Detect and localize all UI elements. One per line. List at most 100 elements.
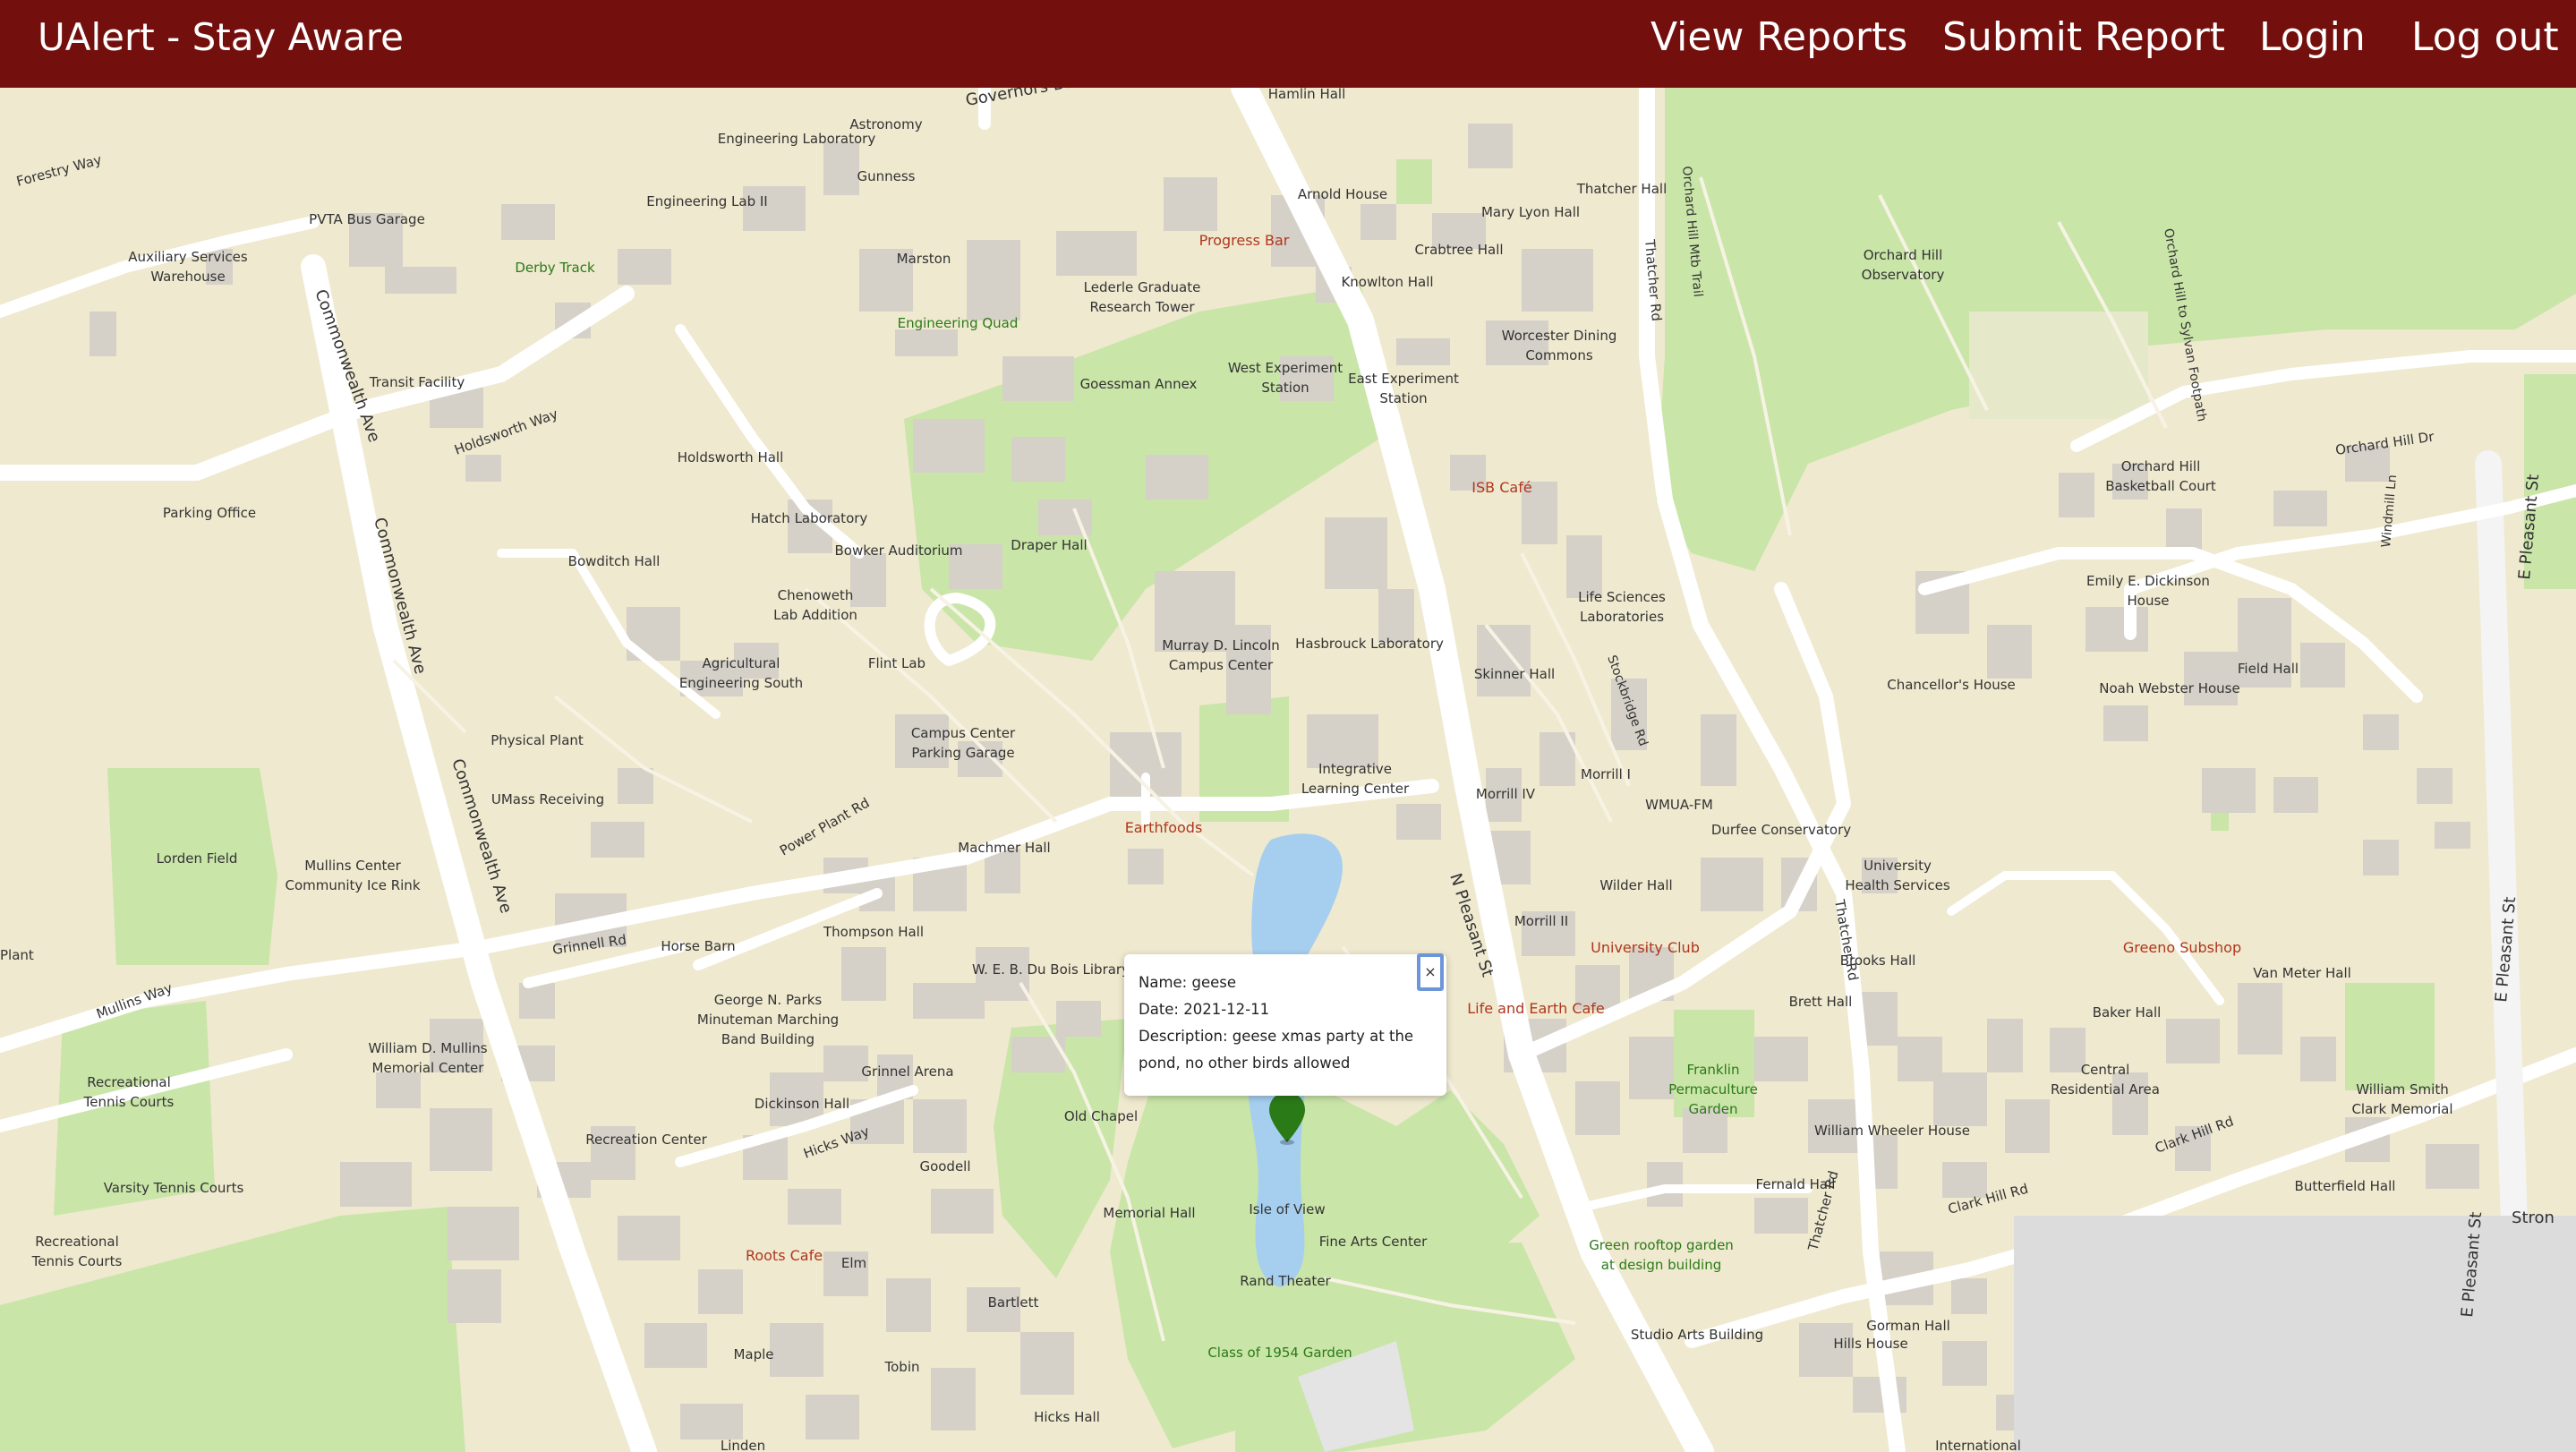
building	[841, 947, 886, 1001]
map-label: Bartlett	[988, 1294, 1039, 1311]
map-label: Memorial Center	[372, 1060, 485, 1076]
map-label: Permaculture	[1668, 1081, 1758, 1098]
map-label: Worcester Dining	[1502, 328, 1617, 344]
map-label: Hamlin Hall	[1268, 88, 1346, 102]
building	[850, 553, 886, 607]
map-label: Transit Facility	[369, 374, 465, 390]
map-label: Observatory	[1862, 267, 1945, 283]
building	[698, 1269, 743, 1314]
building	[2417, 768, 2452, 804]
map-label: Physical Plant	[490, 732, 584, 748]
map-label: Goessman Annex	[1080, 376, 1198, 392]
map-label: Murray D. Lincoln	[1162, 637, 1280, 653]
map-label: Warehouse	[150, 269, 225, 285]
map-label: Hicks Hall	[1034, 1409, 1100, 1425]
map-label: Emily E. Dickinson	[2086, 573, 2210, 589]
building	[2363, 840, 2399, 875]
nav-logout[interactable]: Log out	[2411, 13, 2559, 63]
building	[1056, 1001, 1101, 1037]
map-label: Life Sciences	[1578, 589, 1666, 605]
building	[2103, 705, 2148, 741]
building	[913, 983, 985, 1019]
building	[806, 1395, 859, 1439]
building	[1987, 1019, 2023, 1072]
map-label: Clark Memorial	[2351, 1101, 2452, 1117]
building	[1575, 1081, 1620, 1135]
building	[448, 1207, 519, 1260]
building	[2202, 768, 2256, 813]
map-label: Earthfoods	[1125, 819, 1203, 836]
map-label: Morrill IV	[1476, 786, 1536, 802]
map-label: Memorial Hall	[1103, 1205, 1195, 1221]
popup-close-button[interactable]: ×	[1417, 953, 1444, 991]
popup-description-line-2: pond, no other birds allowed	[1139, 1055, 1351, 1072]
map-label: Campus Center	[911, 725, 1016, 741]
map-label: Life and Earth Cafe	[1467, 1000, 1605, 1017]
map-label: West Experiment	[1228, 360, 1343, 376]
building	[519, 983, 555, 1019]
map-label: PVTA Bus Garage	[309, 211, 425, 227]
building	[340, 1162, 412, 1207]
brand-title[interactable]: UAlert - Stay Aware	[38, 13, 404, 63]
building	[385, 267, 456, 294]
map-label: Progress Bar	[1199, 232, 1290, 249]
building	[1002, 356, 1074, 401]
map-label: William Smith	[2356, 1081, 2448, 1098]
nav-submit-report[interactable]: Submit Report	[1942, 13, 2225, 63]
map-label: Engineering Quad	[898, 315, 1019, 331]
building	[2426, 1144, 2479, 1189]
building	[618, 768, 653, 804]
map-label: Commons	[1525, 347, 1593, 363]
building	[1701, 714, 1736, 786]
building	[967, 240, 1020, 320]
map-label: Thatcher Hall	[1576, 181, 1667, 197]
map-label: Elm	[841, 1255, 866, 1271]
map-label: Morrill II	[1514, 913, 1568, 929]
map-label: Grinnel Arena	[861, 1063, 953, 1080]
map-label: Chenoweth	[778, 587, 854, 603]
map-label: Arnold House	[1298, 186, 1387, 202]
building	[2166, 1019, 2220, 1063]
map-label: Basketball Court	[2105, 478, 2216, 494]
building	[823, 141, 859, 195]
map-label: Mullins Center	[304, 858, 401, 874]
building	[680, 1404, 743, 1439]
map-label: Varsity Tennis Courts	[104, 1180, 244, 1196]
map-label: Franklin	[1687, 1062, 1740, 1078]
map-label: Integrative	[1318, 761, 1392, 777]
building	[430, 1108, 492, 1171]
building	[1164, 177, 1217, 231]
building	[376, 1072, 421, 1108]
map-label: Skinner Hall	[1474, 666, 1555, 682]
nav-login[interactable]: Login	[2259, 13, 2366, 63]
map-label: William Wheeler House	[1814, 1123, 1970, 1139]
building	[1862, 992, 1898, 1046]
map-label: Recreation Center	[585, 1132, 707, 1148]
building	[644, 1323, 707, 1368]
building	[1629, 1037, 1674, 1099]
building	[1146, 455, 1208, 500]
building	[1361, 204, 1396, 240]
map-label: WMUA-FM	[1645, 797, 1713, 813]
map-label: Garden	[1689, 1101, 1738, 1117]
map-label: Bowker Auditorium	[834, 542, 962, 559]
map-label: Hatch Laboratory	[751, 510, 868, 526]
map-label: Laboratories	[1580, 609, 1664, 625]
map-label: Class of 1954 Garden	[1207, 1345, 1352, 1361]
map-label: Knowlton Hall	[1341, 274, 1433, 290]
building	[1933, 1072, 1987, 1126]
building	[1477, 625, 1531, 696]
building	[90, 312, 116, 356]
parking-lot	[2014, 1216, 2576, 1452]
report-popup: Name: geese Date: 2021-12-11 Description…	[1124, 953, 1446, 1096]
campus-map[interactable]: Governors Dr Hamlin Hall Astronomy Engineer…	[0, 88, 2576, 1452]
map-label: Machmer Hall	[958, 840, 1050, 856]
building	[770, 1323, 823, 1377]
map-label: Recreational	[87, 1074, 171, 1090]
map-canvas[interactable]: Governors Dr Hamlin HallAstronomyEngineer…	[0, 88, 2576, 1452]
building	[618, 249, 671, 285]
map-label: UMass Receiving	[491, 791, 604, 807]
building	[913, 1099, 967, 1153]
nav-view-reports[interactable]: View Reports	[1651, 13, 1907, 63]
map-label: W. E. B. Du Bois Library	[972, 961, 1130, 978]
